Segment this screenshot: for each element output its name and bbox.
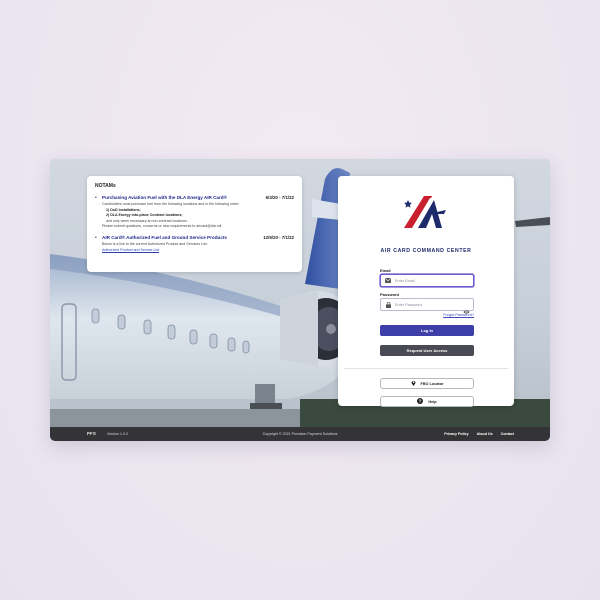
eye-icon[interactable] bbox=[463, 302, 470, 314]
notam-item: • Purchasing Aviation Fuel with the DLA … bbox=[95, 195, 294, 230]
app-window: NOTAMs • Purchasing Aviation Fuel with t… bbox=[50, 159, 550, 441]
password-input[interactable] bbox=[395, 302, 465, 307]
request-access-button[interactable]: Request User Access bbox=[380, 345, 474, 356]
divider bbox=[344, 368, 508, 369]
bullet: • bbox=[95, 234, 97, 241]
email-field[interactable] bbox=[380, 274, 474, 287]
help-icon: ? bbox=[417, 398, 424, 405]
notam-title[interactable]: AIR Card® Authorized Fuel and Ground Ser… bbox=[102, 235, 227, 240]
map-pin-icon bbox=[411, 380, 416, 387]
password-field[interactable] bbox=[380, 298, 474, 314]
help-label: Help bbox=[428, 399, 437, 404]
bullet: • bbox=[95, 195, 97, 201]
fbo-locator-button[interactable]: FBO Locator bbox=[380, 378, 474, 389]
notam-note: Please submit questions, concerns or new… bbox=[102, 224, 222, 229]
notams-title: NOTAMs bbox=[95, 183, 116, 189]
version-text: Version 1.0.0 bbox=[107, 432, 128, 436]
brand-name: AIR CARD COMMAND CENTER bbox=[380, 248, 472, 254]
email-input[interactable] bbox=[395, 278, 465, 283]
email-label: Email bbox=[380, 268, 391, 273]
fbo-locator-label: FBO Locator bbox=[420, 381, 444, 386]
notam-date: 12/9/20 - 7/1/22 bbox=[263, 234, 294, 240]
air-card-logo-icon bbox=[398, 192, 454, 232]
about-us-link[interactable]: About Us bbox=[477, 432, 493, 436]
help-button[interactable]: ? Help bbox=[380, 396, 474, 407]
privacy-policy-link[interactable]: Privacy Policy bbox=[444, 432, 468, 436]
login-button[interactable]: Log In bbox=[380, 325, 474, 336]
notam-item: • AIR Card® Authorized Fuel and Ground S… bbox=[95, 235, 294, 253]
svg-text:?: ? bbox=[419, 399, 422, 404]
password-label: Password bbox=[380, 292, 399, 297]
login-panel: AIR CARD COMMAND CENTER Email Password F… bbox=[338, 176, 514, 407]
forgot-password-link[interactable]: Forgot Password? bbox=[380, 313, 474, 317]
notam-date: 6/3/20 - 7/1/22 bbox=[265, 195, 294, 200]
pfs-logo: PFS bbox=[87, 431, 97, 436]
product-list-link[interactable]: Authorized Product and Service List bbox=[102, 248, 159, 252]
envelope-icon bbox=[385, 278, 391, 284]
notam-title[interactable]: Purchasing Aviation Fuel with the DLA En… bbox=[102, 195, 227, 200]
contact-link[interactable]: Contact bbox=[501, 432, 514, 436]
footer: PFS Version 1.0.0 Copyright © 2021 Preci… bbox=[50, 427, 550, 441]
lock-icon bbox=[385, 301, 391, 308]
notams-panel: NOTAMs • Purchasing Aviation Fuel with t… bbox=[87, 176, 302, 272]
footer-links: Privacy Policy About Us Contact bbox=[444, 432, 514, 436]
